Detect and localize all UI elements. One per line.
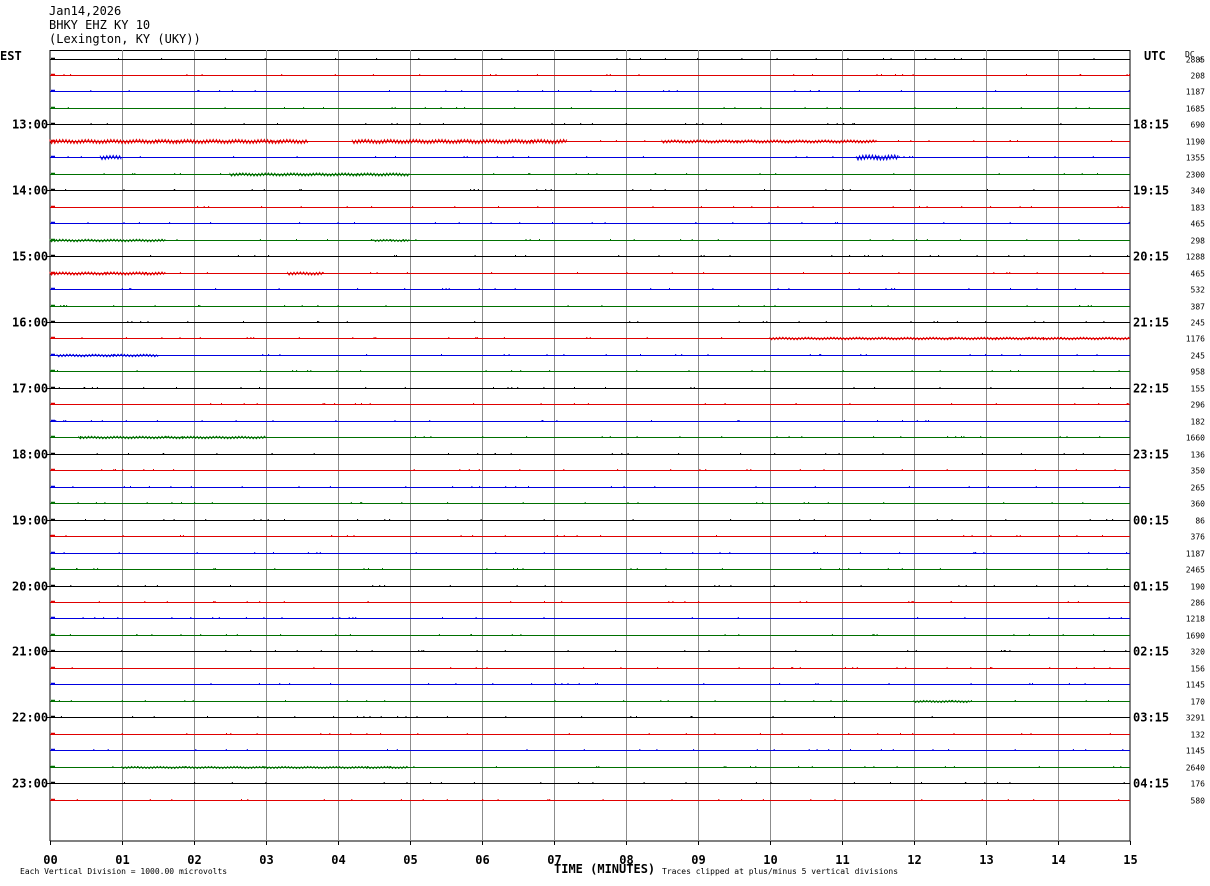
x-tick-label: 02 xyxy=(187,853,201,867)
utc-hour-label: 18:15 xyxy=(1133,118,1169,132)
est-hour-label: 18:00 xyxy=(12,448,48,462)
dc-offset-label: 2465 xyxy=(1186,566,1205,575)
dc-offset-label: 3291 xyxy=(1186,714,1205,723)
x-tick-label: 14 xyxy=(1051,853,1065,867)
est-hour-label: 23:00 xyxy=(12,777,48,791)
dc-offset-label: 1145 xyxy=(1186,681,1205,690)
dc-column-label: DC xyxy=(1185,50,1195,59)
est-hour-label: 14:00 xyxy=(12,184,48,198)
dc-offset-label: 245 xyxy=(1191,319,1206,328)
dc-offset-label: 286 xyxy=(1191,599,1206,608)
x-tick-label: 10 xyxy=(763,853,777,867)
utc-axis-label: UTC xyxy=(1144,49,1166,63)
x-tick-label: 09 xyxy=(691,853,705,867)
est-hour-label: 21:00 xyxy=(12,645,48,659)
dc-offset-label: 376 xyxy=(1191,533,1206,542)
x-tick-label: 00 xyxy=(43,853,57,867)
x-tick-label: 13 xyxy=(979,853,993,867)
x-tick-label: 15 xyxy=(1123,853,1137,867)
utc-hour-label: 19:15 xyxy=(1133,184,1169,198)
x-tick-label: 05 xyxy=(403,853,417,867)
x-tick-label: 11 xyxy=(835,853,849,867)
x-tick-label: 03 xyxy=(259,853,273,867)
dc-offset-label: 156 xyxy=(1191,665,1206,674)
utc-hour-label: 20:15 xyxy=(1133,250,1169,264)
dc-offset-label: 340 xyxy=(1191,187,1206,196)
utc-hour-label: 00:15 xyxy=(1133,514,1169,528)
dc-offset-label: 2300 xyxy=(1186,171,1205,180)
dc-offset-label: 265 xyxy=(1191,484,1206,493)
dc-offset-label: 132 xyxy=(1191,731,1206,740)
x-tick-label: 01 xyxy=(115,853,129,867)
trace-activity xyxy=(121,765,409,770)
dc-offset-label: 136 xyxy=(1191,451,1206,460)
x-tick-label: 12 xyxy=(907,853,921,867)
dc-offset-label: 360 xyxy=(1191,500,1206,509)
utc-hour-label: 22:15 xyxy=(1133,382,1169,396)
dc-offset-label: 387 xyxy=(1191,303,1206,312)
est-hour-label: 19:00 xyxy=(12,514,48,528)
dc-offset-label: 690 xyxy=(1191,121,1206,130)
est-hour-label: 17:00 xyxy=(12,382,48,396)
trace-activity xyxy=(769,336,1131,341)
utc-hour-label: 01:15 xyxy=(1133,580,1169,594)
dc-offset-label: 208 xyxy=(1191,72,1206,81)
est-hour-label: 22:00 xyxy=(12,711,48,725)
dc-offset-label: 350 xyxy=(1191,467,1206,476)
est-hour-label: 13:00 xyxy=(12,118,48,132)
dc-offset-label: 245 xyxy=(1191,352,1206,361)
trace-activity xyxy=(913,699,971,704)
dc-offset-label: 1685 xyxy=(1186,105,1205,114)
x-tick-label: 04 xyxy=(331,853,345,867)
est-hour-label: 16:00 xyxy=(12,316,48,330)
dc-offset-label: 1660 xyxy=(1186,434,1205,443)
dc-offset-label: 465 xyxy=(1191,270,1206,279)
dc-offset-label: 465 xyxy=(1191,220,1206,229)
dc-offset-label: 155 xyxy=(1191,385,1206,394)
dc-offset-label: 1218 xyxy=(1186,615,1205,624)
dc-offset-label: 183 xyxy=(1191,204,1206,213)
dc-offset-label: 170 xyxy=(1191,698,1206,707)
dc-offset-label: 958 xyxy=(1191,368,1206,377)
dc-offset-label: 320 xyxy=(1191,648,1206,657)
utc-hour-label: 03:15 xyxy=(1133,711,1169,725)
dc-offset-label: 1145 xyxy=(1186,747,1205,756)
dc-offset-label: 580 xyxy=(1191,797,1206,806)
scale-note: Each Vertical Division = 1000.00 microvo… xyxy=(20,867,228,876)
dc-offset-label: 1190 xyxy=(1186,138,1205,147)
dc-offset-label: 2640 xyxy=(1186,764,1205,773)
utc-hour-label: 21:15 xyxy=(1133,316,1169,330)
x-axis-label: TIME (MINUTES) xyxy=(554,862,656,876)
utc-hour-label: 02:15 xyxy=(1133,645,1169,659)
dc-offset-label: 1288 xyxy=(1186,253,1205,262)
dc-offset-label: 86 xyxy=(1195,517,1205,526)
utc-hour-label: 04:15 xyxy=(1133,777,1169,791)
dc-offset-label: 532 xyxy=(1191,286,1206,295)
utc-hour-label: 23:15 xyxy=(1133,448,1169,462)
dc-offset-label: 296 xyxy=(1191,401,1206,410)
dc-offset-label: 176 xyxy=(1191,780,1206,789)
x-tick-label: 06 xyxy=(475,853,489,867)
dc-offset-label: 298 xyxy=(1191,237,1206,246)
dc-offset-label: 190 xyxy=(1191,583,1206,592)
trace-activity xyxy=(56,353,159,358)
trace-activity xyxy=(78,435,267,440)
dc-offset-label: 1187 xyxy=(1186,550,1205,559)
dc-offset-label: 182 xyxy=(1191,418,1206,427)
dc-offset-label: 1176 xyxy=(1186,335,1205,344)
clip-note: Traces clipped at plus/minus 5 vertical … xyxy=(662,867,899,876)
dc-offset-label: 1355 xyxy=(1186,154,1205,163)
dc-offset-label: 1187 xyxy=(1186,88,1205,97)
helicorder-chart: 2885208118716856901190135523003401834652… xyxy=(0,49,1206,867)
dc-column-suffix: 0 xyxy=(1199,57,1203,64)
est-hour-label: 20:00 xyxy=(12,580,48,594)
est-axis-label: EST xyxy=(0,49,22,63)
est-hour-label: 15:00 xyxy=(12,250,48,264)
dc-offset-label: 1690 xyxy=(1186,632,1205,641)
